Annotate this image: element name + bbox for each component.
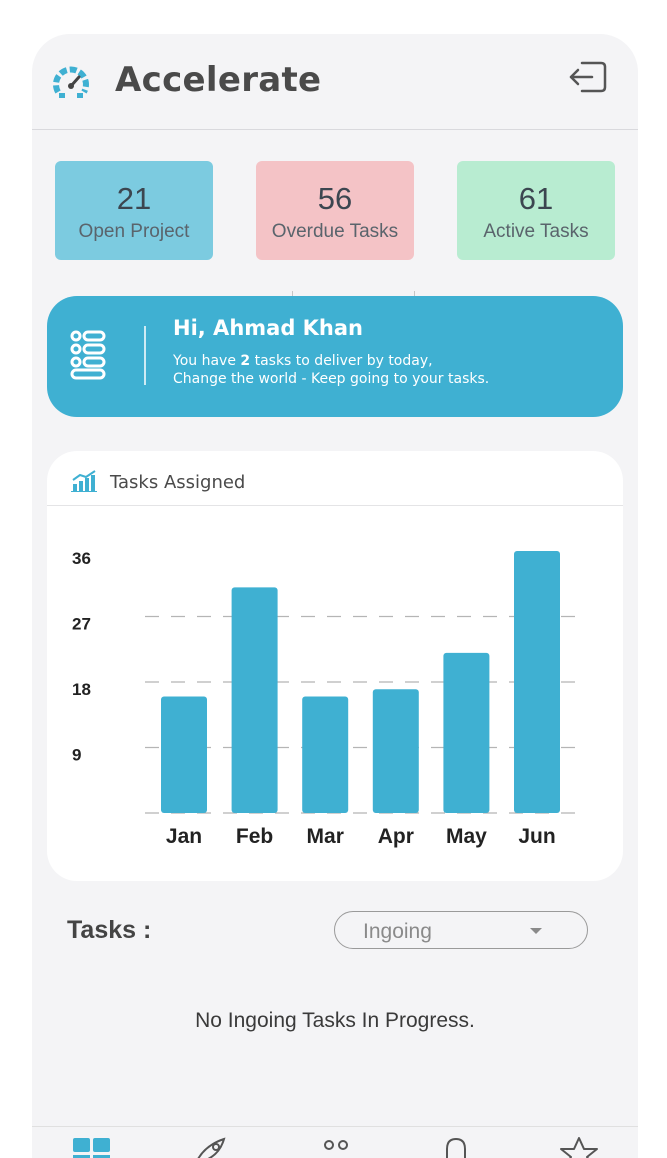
chart-bar	[161, 696, 207, 813]
open-project-label: Open Project	[78, 221, 190, 242]
y-tick-label: 18	[72, 680, 91, 699]
empty-tasks-message: No Ingoing Tasks In Progress.	[195, 1009, 475, 1032]
x-tick-label: May	[446, 825, 487, 848]
greeting-text: You have	[173, 353, 241, 369]
open-project-count: 21	[116, 181, 152, 216]
greeting-banner: Hi, Ahmad Khan You have 2 tasks to deliv…	[47, 296, 623, 417]
chart-bar	[372, 689, 419, 813]
bar-chart: 9 18 27 36 Jan Feb Mar Apr May Jun	[72, 549, 580, 848]
x-tick-label: Apr	[378, 825, 414, 848]
task-filter-dropdown[interactable]: Ingoing	[334, 911, 588, 949]
overdue-tasks-count: 56	[317, 181, 353, 216]
x-tick-label: Jun	[518, 825, 555, 848]
active-tasks-card[interactable]: 61 Active Tasks	[457, 161, 615, 260]
overdue-tasks-card[interactable]: 56 Overdue Tasks	[256, 161, 414, 260]
y-tick-label: 9	[72, 746, 81, 765]
chart-bar	[302, 696, 349, 813]
x-tick-label: Jan	[166, 825, 202, 848]
chart-bar	[514, 551, 560, 813]
dashboard-icon[interactable]	[72, 1137, 112, 1158]
open-project-card[interactable]: 21 Open Project	[55, 161, 213, 260]
bottom-nav	[32, 1126, 638, 1158]
greeting-text: tasks to deliver by today,	[250, 353, 433, 369]
greeting-motto: Change the world - Keep going to your ta…	[173, 371, 490, 387]
app-header: Accelerate	[32, 34, 638, 130]
rocket-icon[interactable]	[192, 1137, 232, 1158]
greeting-message: You have 2 tasks to deliver by today,	[173, 353, 433, 369]
x-tick-label: Mar	[307, 825, 344, 848]
tasks-section-label: Tasks :	[67, 916, 152, 944]
x-tick-label: Feb	[236, 825, 273, 848]
app-title: Accelerate	[115, 60, 322, 100]
task-filter-value: Ingoing	[363, 920, 432, 943]
team-icon[interactable]	[316, 1137, 356, 1158]
bell-icon[interactable]	[436, 1137, 476, 1158]
y-tick-label: 36	[72, 549, 91, 568]
chart-bar	[231, 587, 278, 813]
dropdown-arrow-icon	[530, 928, 542, 934]
active-tasks-count: 61	[518, 181, 554, 216]
star-icon[interactable]	[557, 1137, 601, 1158]
task-count: 2	[240, 353, 251, 369]
y-tick-label: 27	[72, 615, 91, 634]
header-divider	[32, 129, 638, 130]
logout-icon[interactable]	[568, 60, 608, 94]
app-screen: Accelerate 21 Open Project 56 Overdue Ta…	[32, 34, 638, 1158]
tasks-assigned-chart-card: Tasks Assigned 9 18 27 36 Jan Feb Mar Apr May Jun	[47, 451, 623, 881]
greeting-divider	[144, 326, 146, 385]
greeting-title: Hi, Ahmad Khan	[173, 316, 364, 340]
active-tasks-label: Active Tasks	[483, 221, 589, 242]
list-icon	[70, 330, 106, 380]
chart-bar	[443, 652, 490, 813]
overdue-tasks-label: Overdue Tasks	[271, 221, 399, 242]
speedometer-logo-icon	[53, 66, 89, 98]
